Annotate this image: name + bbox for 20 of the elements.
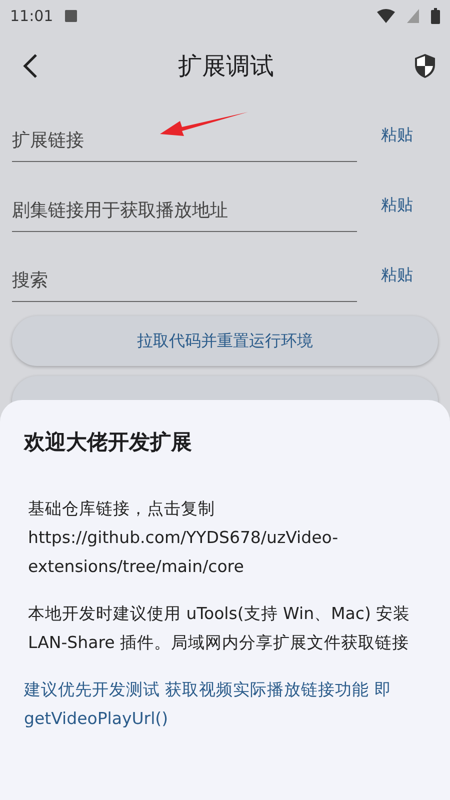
sheet-title: 欢迎大佬开发扩展 [24,429,193,456]
paste-button[interactable]: 粘贴 [377,260,417,290]
text-field[interactable]: 扩展链接 [12,120,357,162]
action-button[interactable]: 拉取代码并重置运行环境 [12,316,438,366]
info-text: 基础仓库链接，点击复制 [27,498,216,520]
back-icon[interactable] [22,53,38,79]
text-field[interactable]: 剧集链接用于获取播放地址 [12,190,357,232]
signal-icon [407,9,419,23]
page-title: 扩展调试 [178,51,274,82]
shield-icon[interactable] [414,53,436,79]
wifi-icon [377,9,395,23]
info-text: 本地开发时建议使用 uTools(支持 Win、Mac) 安装 LAN-Share 插件。局域网内分享扩展文件获取链接 [27,603,412,654]
paste-button[interactable]: 粘贴 [377,190,417,220]
tip-link[interactable]: 建议优先开发测试 获取视频实际播放链接功能 即 getVideoPlayUrl() [24,675,426,733]
info-text: https://github.com/YYDS678/uzVideo-extensions/tree/main/core [27,527,340,578]
text-field[interactable]: 搜索 [12,260,357,302]
notification-icon [65,10,78,22]
status-time: 11:01 [10,7,54,25]
paste-button[interactable]: 粘贴 [377,120,417,150]
battery-icon [431,8,440,24]
